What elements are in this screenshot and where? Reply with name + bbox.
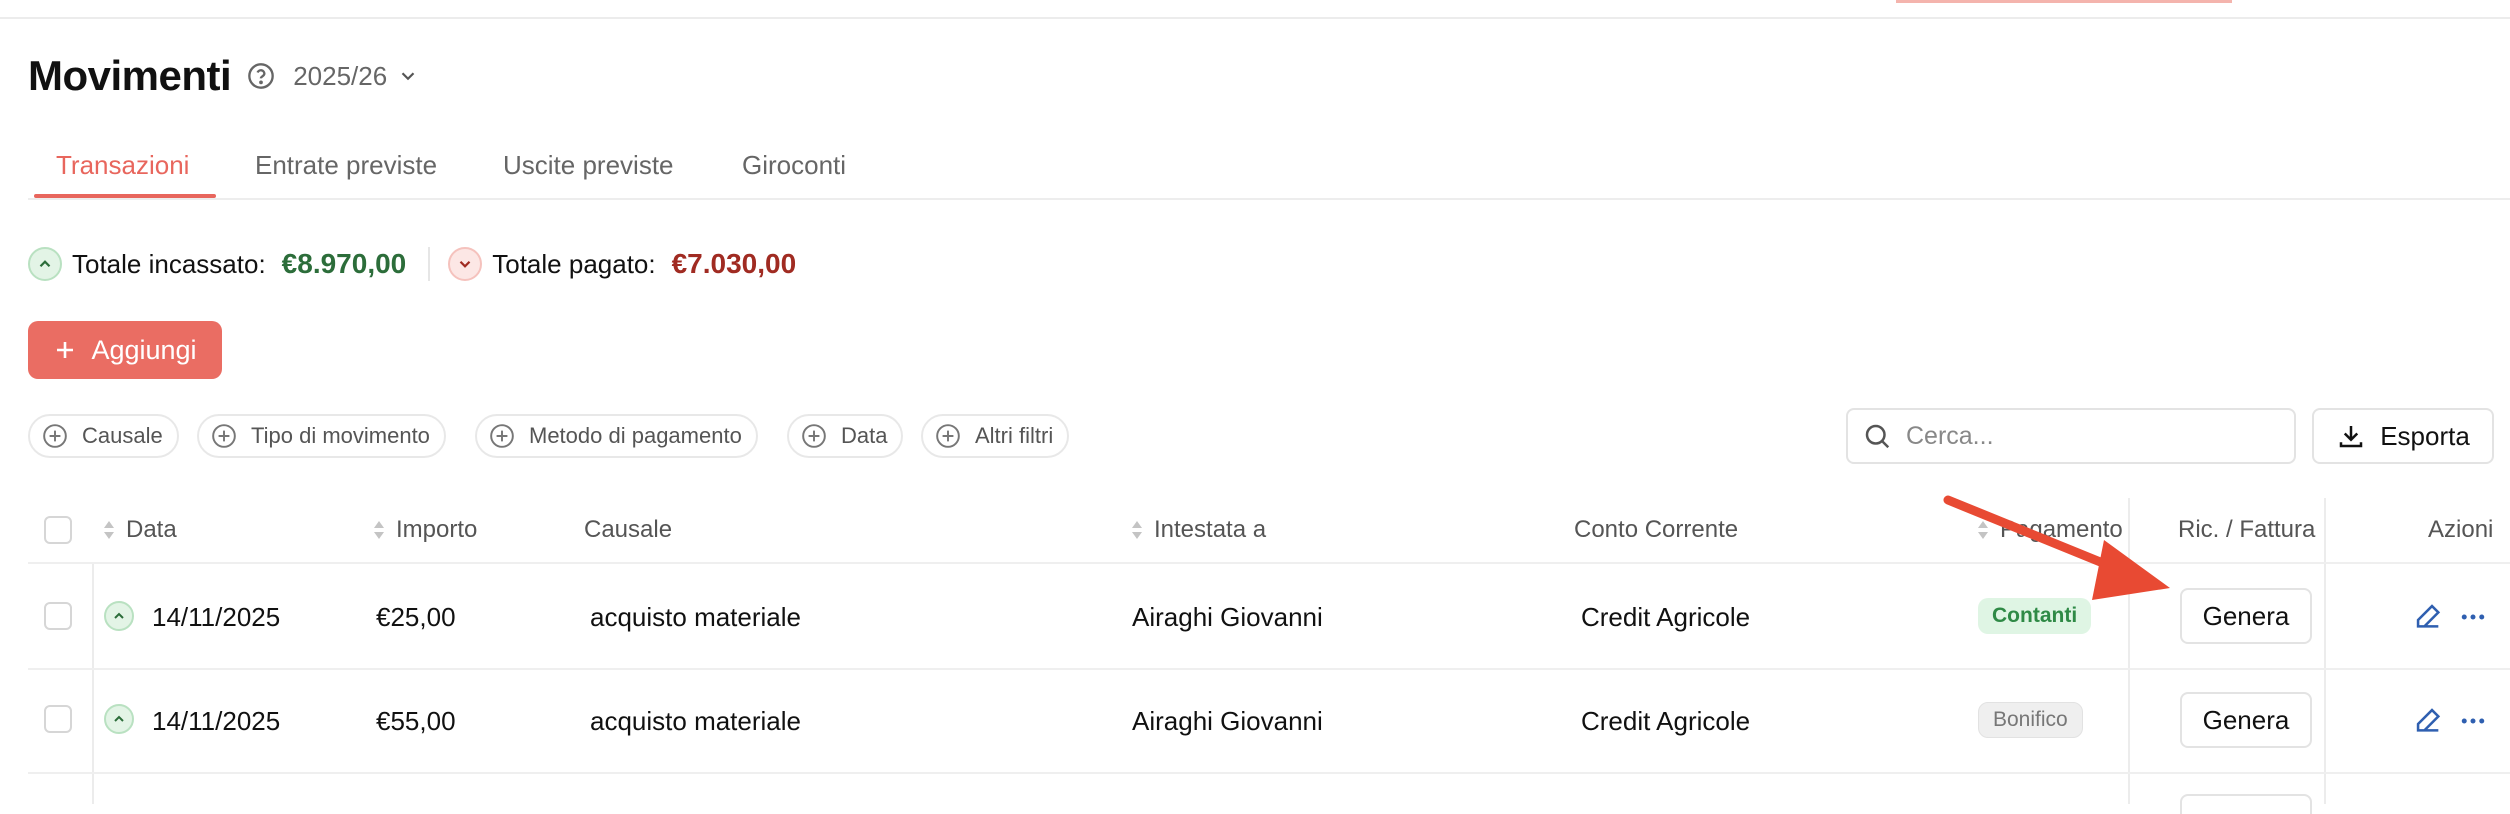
- annotation-arrow-icon: [1943, 495, 2170, 600]
